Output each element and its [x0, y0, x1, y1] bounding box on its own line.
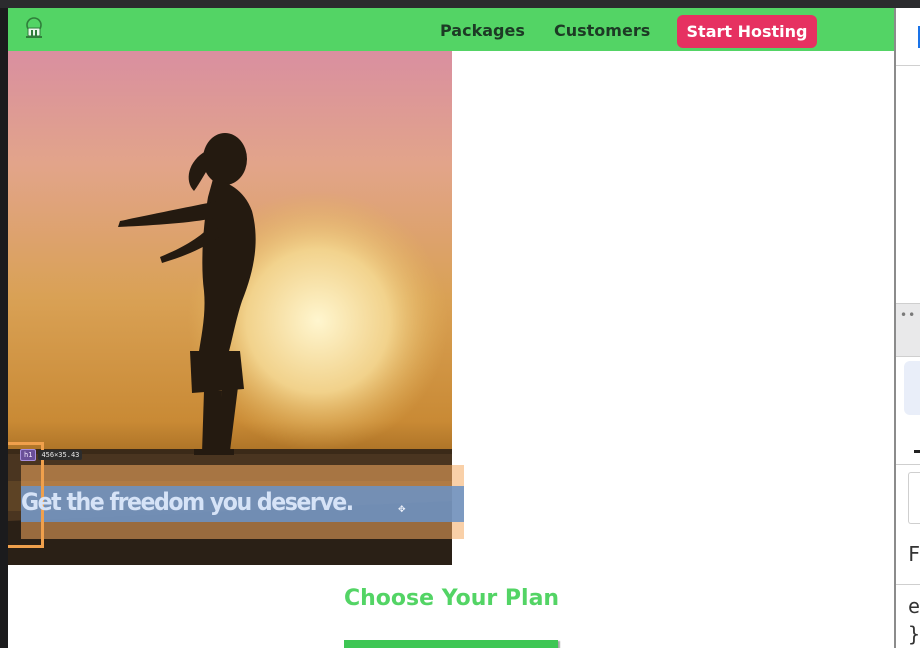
logo-icon[interactable] [22, 16, 46, 40]
move-cursor-icon: ✥ [398, 505, 406, 515]
section-title: Choose Your Plan [344, 586, 560, 611]
page-viewport: Packages Customers Start Hosting Get the… [8, 8, 894, 648]
plan-button-partial[interactable] [344, 640, 558, 648]
devtools-line-2: e [908, 594, 920, 618]
devtools-divider [896, 464, 920, 465]
inspector-tag-badge: h1 [20, 448, 37, 461]
hero-headline: Get the freedom you deserve. [21, 488, 354, 516]
window-top-strip [0, 0, 920, 8]
navbar: Packages Customers Start Hosting [8, 8, 894, 51]
nav-link-customers[interactable]: Customers [554, 21, 650, 40]
nav-link-packages[interactable]: Packages [440, 21, 525, 40]
devtools-more-icon[interactable]: •• [900, 308, 916, 322]
start-hosting-button[interactable]: Start Hosting [677, 15, 817, 48]
devtools-dash-icon [914, 450, 920, 453]
devtools-line-3: } [908, 622, 920, 646]
devtools-filter-input[interactable] [908, 472, 920, 524]
devtools-toolbar [896, 8, 920, 66]
devtools-line-1: F [908, 542, 920, 566]
devtools-tab[interactable] [904, 361, 920, 415]
inspector-size-label: 456×35.43 [38, 449, 83, 460]
inspector-tooltip: h1 456×35.43 [20, 448, 83, 461]
devtools-divider-2 [896, 584, 920, 585]
devtools-panel: •• F e } [894, 8, 920, 648]
